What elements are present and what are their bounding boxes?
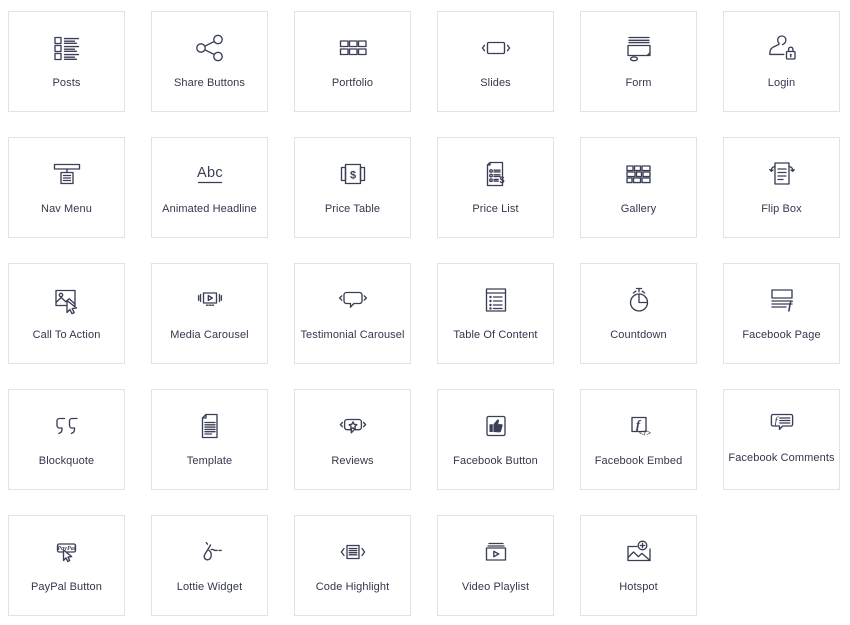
countdown-icon — [619, 281, 659, 319]
widget-grid: Posts Share Buttons Portfolio Slides For… — [0, 0, 850, 625]
widget-card-template[interactable]: Template — [151, 389, 268, 490]
facebook-page-icon: f — [762, 281, 802, 319]
widget-card-testimonial-carousel[interactable]: Testimonial Carousel — [294, 263, 411, 364]
reviews-icon — [333, 407, 373, 445]
price-list-icon: $ — [476, 155, 516, 193]
media-carousel-icon — [190, 281, 230, 319]
animated-headline-icon: Abc — [190, 155, 230, 193]
hotspot-icon — [619, 533, 659, 571]
widget-card-code-highlight[interactable]: Code Highlight — [294, 515, 411, 616]
widget-label: Hotspot — [619, 581, 658, 593]
widget-label: Call To Action — [32, 329, 101, 341]
widget-card-facebook-page[interactable]: f Facebook Page — [723, 263, 840, 364]
form-icon — [619, 29, 659, 67]
widget-card-facebook-button[interactable]: Facebook Button — [437, 389, 554, 490]
flip-box-icon — [762, 155, 802, 193]
widget-label: Price Table — [324, 203, 381, 215]
portfolio-icon — [333, 29, 373, 67]
svg-text:f: f — [788, 298, 793, 312]
login-icon — [762, 29, 802, 67]
widget-label: Table Of Content — [453, 329, 538, 341]
widget-label: Price List — [472, 203, 519, 215]
widget-label: Code Highlight — [315, 581, 390, 593]
testimonial-carousel-icon — [333, 281, 373, 319]
widget-card-hotspot[interactable]: Hotspot — [580, 515, 697, 616]
widget-card-price-list[interactable]: $ Price List — [437, 137, 554, 238]
widget-card-table-of-content[interactable]: Table Of Content — [437, 263, 554, 364]
call-to-action-icon — [47, 281, 87, 319]
widget-card-portfolio[interactable]: Portfolio — [294, 11, 411, 112]
svg-text:$: $ — [499, 175, 504, 185]
widget-card-facebook-comments[interactable]: f Facebook Comments — [723, 389, 840, 490]
widget-label: Form — [625, 77, 652, 89]
price-table-icon: $ — [333, 155, 373, 193]
widget-label: Slides — [480, 77, 511, 89]
widget-card-share-buttons[interactable]: Share Buttons — [151, 11, 268, 112]
lottie-widget-icon — [190, 533, 230, 571]
widget-label: Login — [767, 77, 796, 89]
gallery-icon — [619, 155, 659, 193]
facebook-embed-icon: f </> — [619, 407, 659, 445]
svg-text:PayPal: PayPal — [57, 545, 75, 552]
widget-card-animated-headline[interactable]: Abc Animated Headline — [151, 137, 268, 238]
widget-label: Blockquote — [38, 455, 95, 467]
widget-label: Media Carousel — [170, 329, 249, 341]
svg-text:</>: </> — [638, 428, 650, 438]
widget-card-paypal-button[interactable]: PayPal PayPal Button — [8, 515, 125, 616]
svg-text:Abc: Abc — [197, 165, 223, 181]
widget-card-video-playlist[interactable]: Video Playlist — [437, 515, 554, 616]
widget-label: Facebook Page — [742, 329, 821, 341]
widget-card-slides[interactable]: Slides — [437, 11, 554, 112]
widget-label: Facebook Comments — [728, 452, 835, 464]
template-icon — [190, 407, 230, 445]
widget-label: Nav Menu — [41, 203, 92, 215]
posts-icon — [47, 29, 87, 67]
widget-label: Portfolio — [331, 77, 374, 89]
widget-card-posts[interactable]: Posts — [8, 11, 125, 112]
widget-card-reviews[interactable]: Reviews — [294, 389, 411, 490]
widget-label: Video Playlist — [461, 581, 530, 593]
widget-card-flip-box[interactable]: Flip Box — [723, 137, 840, 238]
share-buttons-icon — [190, 29, 230, 67]
widget-label: Animated Headline — [162, 203, 257, 215]
facebook-button-icon — [476, 407, 516, 445]
widget-label: Template — [186, 455, 233, 467]
widget-label: PayPal Button — [30, 581, 102, 593]
widget-card-nav-menu[interactable]: Nav Menu — [8, 137, 125, 238]
widget-label: Posts — [52, 77, 81, 89]
widget-label: Testimonial Carousel — [300, 329, 405, 341]
widget-label: Reviews — [331, 455, 374, 467]
widget-card-call-to-action[interactable]: Call To Action — [8, 263, 125, 364]
widget-label: Countdown — [610, 329, 667, 341]
widget-label: Gallery — [620, 203, 657, 215]
widget-label: Flip Box — [761, 203, 802, 215]
widget-label: Lottie Widget — [176, 581, 243, 593]
widget-card-price-table[interactable]: $ Price Table — [294, 137, 411, 238]
widget-card-form[interactable]: Form — [580, 11, 697, 112]
widget-card-lottie-widget[interactable]: Lottie Widget — [151, 515, 268, 616]
widget-label: Share Buttons — [173, 77, 245, 89]
svg-text:f: f — [774, 415, 779, 427]
table-of-content-icon — [476, 281, 516, 319]
widget-card-blockquote[interactable]: Blockquote — [8, 389, 125, 490]
svg-text:$: $ — [349, 169, 355, 181]
widget-label: Facebook Embed — [594, 455, 683, 467]
code-highlight-icon — [333, 533, 373, 571]
widget-card-media-carousel[interactable]: Media Carousel — [151, 263, 268, 364]
nav-menu-icon — [47, 155, 87, 193]
widget-card-facebook-embed[interactable]: f </> Facebook Embed — [580, 389, 697, 490]
facebook-comments-icon: f — [762, 403, 802, 441]
widget-card-login[interactable]: Login — [723, 11, 840, 112]
widget-label: Facebook Button — [453, 455, 538, 467]
widget-card-gallery[interactable]: Gallery — [580, 137, 697, 238]
video-playlist-icon — [476, 533, 516, 571]
blockquote-icon — [47, 407, 87, 445]
slides-icon — [476, 29, 516, 67]
widget-card-countdown[interactable]: Countdown — [580, 263, 697, 364]
paypal-button-icon: PayPal — [47, 533, 87, 571]
